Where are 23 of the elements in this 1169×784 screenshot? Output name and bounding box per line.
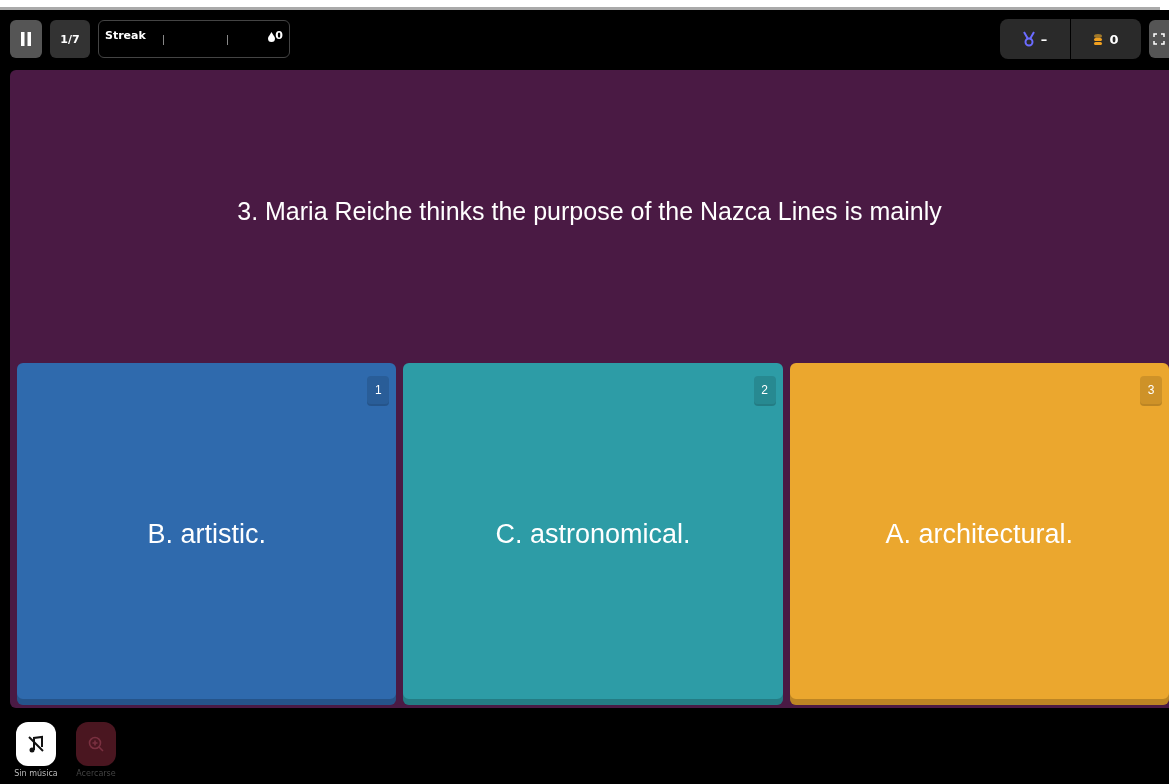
answer-option[interactable]: 3 A. architectural. [789, 363, 1169, 705]
option-key: 1 [367, 376, 390, 404]
question-text: 3. Maria Reiche thinks the purpose of the Nazca Lines is mainly [237, 197, 942, 226]
fullscreen-button[interactable] [1149, 20, 1169, 58]
option-key: 2 [753, 376, 776, 404]
fullscreen-icon [1153, 33, 1165, 45]
music-off-icon [26, 734, 46, 754]
coin-count: 0 [1109, 31, 1119, 47]
answer-option[interactable]: 1 B. artistic. [17, 363, 397, 705]
option-key: 3 [1140, 376, 1162, 404]
tool-label: Acercarse [76, 769, 116, 778]
pause-icon [21, 32, 31, 46]
tool-label: Sin música [14, 769, 58, 778]
zoom-in-icon [87, 735, 105, 753]
streak-label: Streak [105, 29, 146, 42]
music-toggle-button[interactable] [16, 722, 56, 766]
medal-icon [1022, 31, 1035, 47]
answer-option[interactable]: 2 C. astronomical. [403, 363, 783, 705]
streak-count: 0 [275, 29, 283, 42]
question-count: 1/7 [50, 20, 90, 58]
pause-button[interactable] [10, 20, 42, 58]
coins-icon [1093, 32, 1104, 46]
medal-value: – [1040, 31, 1048, 47]
